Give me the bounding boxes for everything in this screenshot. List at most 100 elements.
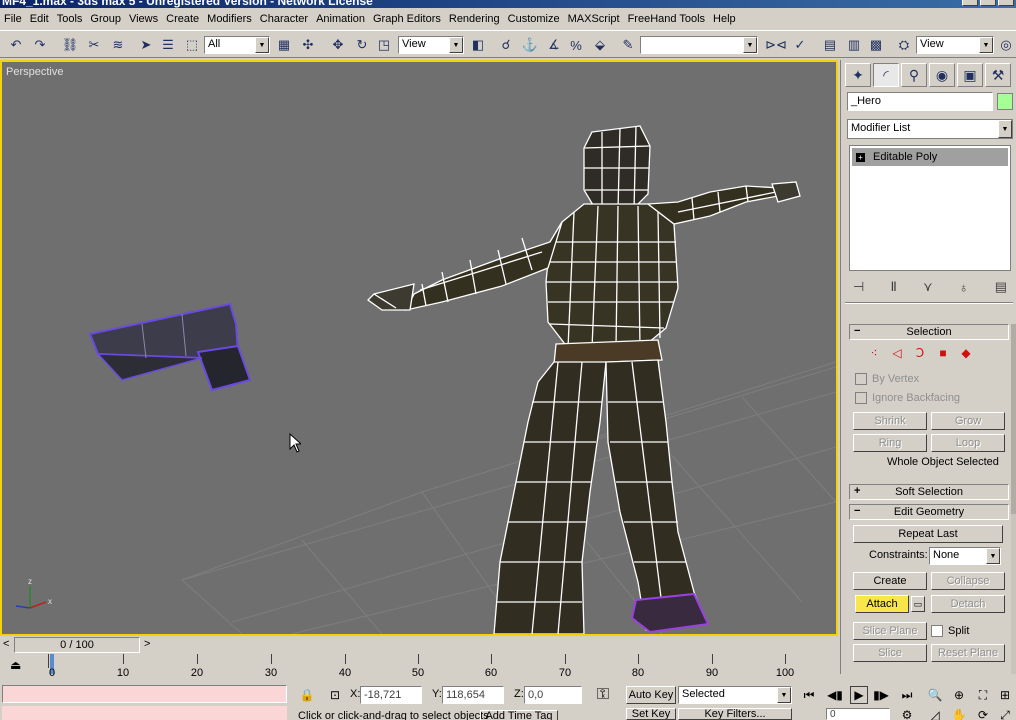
menu-edit[interactable]: Edit (30, 13, 55, 25)
edit-geometry-rollout-header[interactable]: − Edit Geometry (849, 504, 1009, 520)
set-key-button[interactable]: Set Key (626, 708, 676, 720)
undo-icon[interactable]: ↶ (6, 35, 26, 55)
z-coordinate-field[interactable]: 0,0 (524, 686, 582, 704)
ignore-backfacing-checkbox[interactable]: Ignore Backfacing (855, 392, 960, 404)
percent-snap-icon[interactable]: % (566, 35, 586, 55)
menu-maxscript[interactable]: MAXScript (568, 13, 626, 25)
modify-tab-icon[interactable]: ◜ (873, 63, 899, 87)
lock-selection-icon[interactable]: 🔒 (298, 686, 316, 704)
select-manipulate-icon[interactable]: ☌ (496, 35, 516, 55)
menu-animation[interactable]: Animation (316, 13, 371, 25)
attach-list-icon[interactable]: ▭ (911, 596, 925, 612)
maxscript-listener-mini-2[interactable] (2, 706, 287, 720)
grow-button[interactable]: Grow (931, 412, 1005, 430)
menu-character[interactable]: Character (260, 13, 314, 25)
edit-named-selection-icon[interactable]: ✎ (618, 35, 638, 55)
redo-icon[interactable]: ↷ (30, 35, 50, 55)
perspective-viewport[interactable]: Perspective z x (0, 60, 838, 636)
menu-tools[interactable]: Tools (57, 13, 89, 25)
vertex-icon[interactable]: ⁖ (867, 346, 881, 360)
hierarchy-tab-icon[interactable]: ⚲ (901, 63, 927, 87)
ring-button[interactable]: Ring (853, 434, 927, 452)
shrink-button[interactable]: Shrink (853, 412, 927, 430)
utilities-tab-icon[interactable]: ⚒ (985, 63, 1011, 87)
by-vertex-checkbox[interactable]: By Vertex (855, 373, 919, 385)
reset-plane-button[interactable]: Reset Plane (931, 644, 1005, 662)
gun-model[interactable] (88, 302, 252, 392)
collapse-button[interactable]: Collapse (931, 572, 1005, 590)
select-and-scale-icon[interactable]: ◳ (374, 35, 394, 55)
show-end-result-icon[interactable]: Ⅱ (891, 279, 897, 295)
attach-button[interactable]: Attach (855, 595, 909, 613)
minimize-button[interactable] (962, 0, 978, 6)
pivot-center-icon[interactable]: ◧ (468, 35, 488, 55)
loop-button[interactable]: Loop (931, 434, 1005, 452)
menu-graph-editors[interactable]: Graph Editors (373, 13, 447, 25)
quick-render-icon[interactable]: ◎ (996, 35, 1016, 55)
polygon-icon[interactable]: ■ (936, 346, 950, 360)
pan-icon[interactable]: ✋ (950, 706, 968, 720)
mirror-icon[interactable]: ⊳⊲ (765, 35, 787, 55)
menu-customize[interactable]: Customize (508, 13, 566, 25)
command-panel-scrollbar[interactable] (1011, 324, 1016, 674)
time-configuration-icon[interactable]: ⚙ (898, 706, 916, 720)
stack-item-editable-poly[interactable]: + Editable Poly (852, 148, 1008, 166)
soft-selection-rollout-header[interactable]: + Soft Selection (849, 484, 1009, 500)
slice-button[interactable]: Slice (853, 644, 927, 662)
layer-manager-icon[interactable]: ▤ (820, 35, 840, 55)
element-icon[interactable]: ◆ (959, 346, 973, 360)
track-ruler[interactable]: 0 10 20 30 40 50 60 70 80 90 100 (48, 654, 838, 680)
make-unique-icon[interactable]: ⋎ (923, 279, 933, 295)
y-coordinate-field[interactable]: 118,654 (442, 686, 504, 704)
key-filters-button[interactable]: Key Filters... (678, 708, 792, 720)
selection-filter-dropdown[interactable]: All ▼ (204, 36, 270, 54)
maximize-button[interactable] (980, 0, 996, 6)
select-link-icon[interactable]: ⛓ (60, 35, 80, 55)
create-button[interactable]: Create (853, 572, 927, 590)
zoom-all-icon[interactable]: ⊕ (950, 686, 968, 704)
object-color-swatch[interactable] (997, 93, 1013, 110)
time-slider[interactable]: 0 / 100 (14, 637, 140, 653)
select-and-rotate-icon[interactable]: ↻ (352, 35, 372, 55)
menu-help[interactable]: Help (713, 13, 742, 25)
motion-tab-icon[interactable]: ◉ (929, 63, 955, 87)
pin-stack-icon[interactable]: ⊣ (853, 279, 864, 295)
menu-group[interactable]: Group (90, 13, 127, 25)
menu-rendering[interactable]: Rendering (449, 13, 506, 25)
maximize-viewport-icon[interactable]: ⤢ (996, 706, 1014, 720)
split-checkbox[interactable]: Split (931, 625, 969, 637)
align-icon[interactable]: ✓ (790, 35, 810, 55)
next-frame-icon[interactable]: ▮▶ (872, 686, 890, 704)
arc-rotate-icon[interactable]: ⟳ (974, 706, 992, 720)
zoom-extents-icon[interactable]: ⛶ (974, 686, 992, 704)
menu-file[interactable]: File (4, 13, 28, 25)
x-coordinate-field[interactable]: -18,721 (360, 686, 422, 704)
selection-rollout-header[interactable]: − Selection (849, 324, 1009, 340)
repeat-last-button[interactable]: Repeat Last (853, 525, 1003, 543)
constraints-dropdown[interactable]: None ▼ (929, 547, 1001, 565)
rect-selection-region-icon[interactable]: ⬚ (182, 35, 202, 55)
slice-plane-button[interactable]: Slice Plane (853, 622, 927, 640)
previous-frame-icon[interactable]: ◀▮ (826, 686, 844, 704)
modifier-list-dropdown[interactable]: Modifier List ▼ (847, 119, 1013, 139)
create-tab-icon[interactable]: ✦ (845, 63, 871, 87)
curve-editor-icon[interactable]: ▥ (844, 35, 864, 55)
named-selection-set-dropdown[interactable]: ▼ (640, 36, 758, 54)
spinner-snap-icon[interactable]: ⬙ (590, 35, 610, 55)
object-name-field[interactable]: _Hero (847, 92, 993, 111)
select-by-name-icon[interactable]: ☰ (158, 35, 178, 55)
add-time-tag-button[interactable]: Add Time Tag (480, 710, 558, 720)
hero-character-mesh[interactable] (366, 125, 801, 634)
key-mode-dropdown[interactable]: Selected ▼ (678, 686, 792, 704)
select-and-move-icon-2[interactable]: ✥ (328, 35, 348, 55)
scrollbar-thumb[interactable] (1011, 324, 1016, 514)
select-object-icon[interactable]: ➤ (136, 35, 156, 55)
zoom-icon[interactable]: 🔍 (926, 686, 944, 704)
render-view-dropdown[interactable]: View ▼ (916, 36, 994, 54)
current-frame-field[interactable]: 0 (826, 708, 890, 720)
menu-create[interactable]: Create (166, 13, 205, 25)
absolute-mode-icon[interactable]: ⊡ (326, 686, 344, 704)
unlink-icon[interactable]: ✂ (84, 35, 104, 55)
display-tab-icon[interactable]: ▣ (957, 63, 983, 87)
zoom-extents-all-icon[interactable]: ⊞ (996, 686, 1014, 704)
